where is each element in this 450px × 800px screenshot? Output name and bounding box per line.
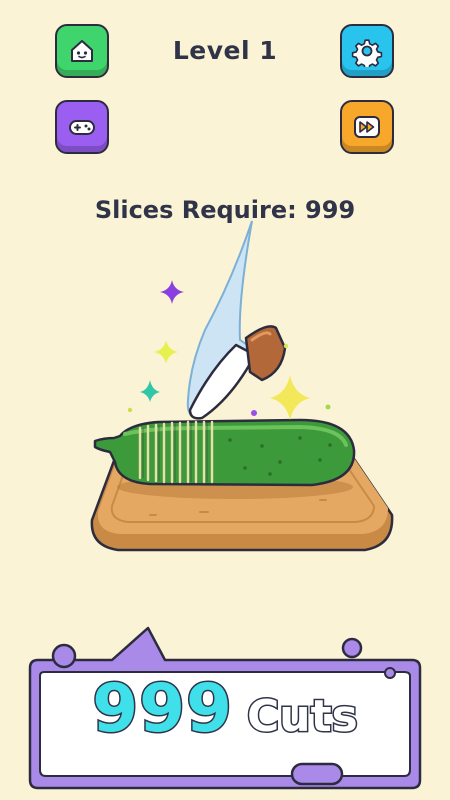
knife[interactable]	[186, 220, 287, 420]
cuts-number: 999	[91, 669, 234, 749]
fast-forward-icon	[354, 116, 380, 138]
level-title: Level 1	[172, 36, 278, 65]
gear-icon	[351, 39, 383, 67]
gamepad-icon	[69, 120, 95, 135]
home-icon	[71, 40, 93, 62]
skip-button[interactable]	[340, 100, 394, 154]
cuts-counter: 999 Cuts	[0, 669, 450, 749]
games-button[interactable]	[55, 100, 109, 154]
settings-button[interactable]	[340, 24, 394, 78]
cuts-word: Cuts	[245, 690, 359, 744]
game-scene[interactable]	[0, 200, 450, 560]
cucumber[interactable]	[93, 418, 356, 487]
home-button[interactable]	[55, 24, 109, 78]
